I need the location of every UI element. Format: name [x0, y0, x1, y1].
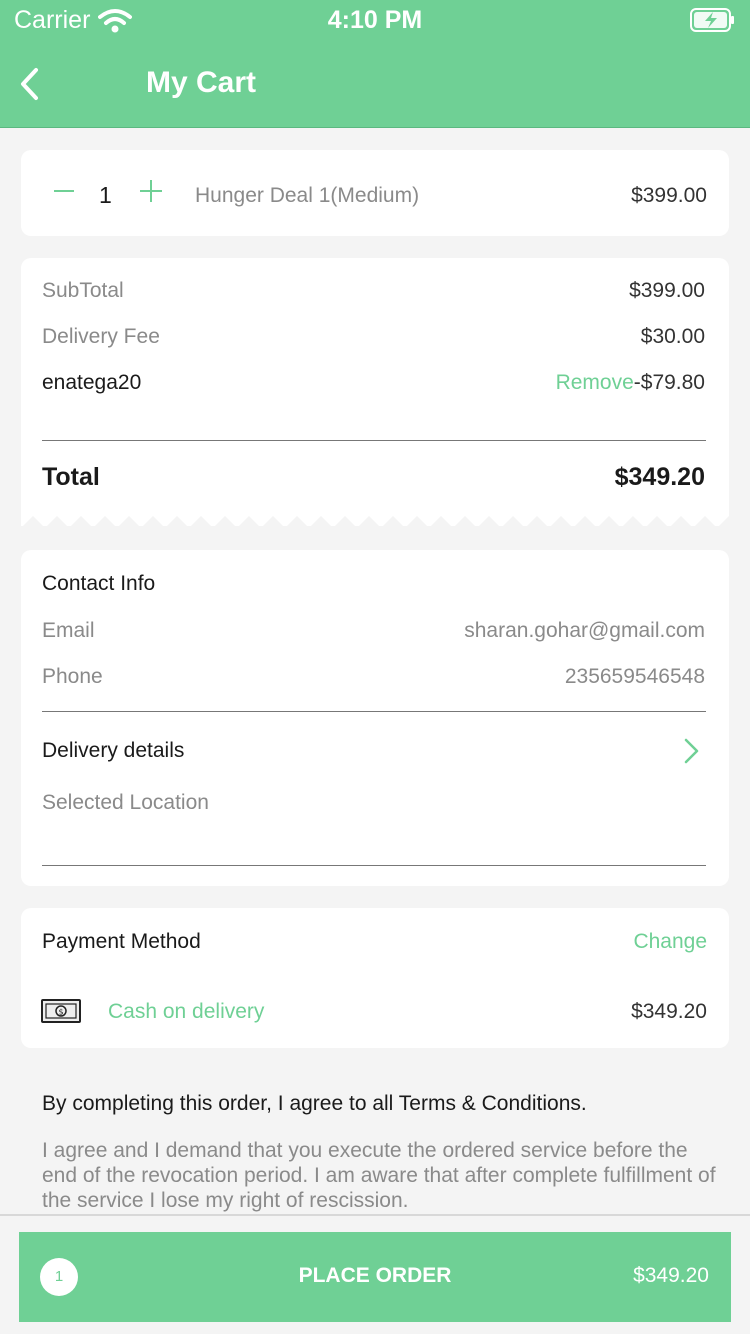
- terms-body: I agree and I demand that you execute th…: [42, 1139, 716, 1212]
- status-time: 4:10 PM: [327, 6, 423, 34]
- svg-text:$: $: [58, 1008, 63, 1017]
- subtotal-value: $399.00: [629, 279, 705, 302]
- status-bar: Carrier 4:10 PM: [0, 0, 750, 40]
- coupon-discount-value: -$79.80: [633, 371, 705, 394]
- item-name: Hunger Deal 1(Medium): [195, 184, 420, 207]
- phone-label: Phone: [42, 665, 103, 688]
- delivery-details-title[interactable]: Delivery details: [42, 739, 184, 763]
- terms-title: By completing this order, I agree to all…: [42, 1092, 587, 1115]
- remove-coupon-link[interactable]: Remove: [556, 371, 634, 394]
- location-divider: [42, 865, 706, 866]
- item-quantity: 1: [99, 182, 112, 208]
- decrease-quantity-button[interactable]: [49, 176, 79, 206]
- email-label: Email: [42, 619, 95, 642]
- place-order-label: PLACE ORDER: [298, 1264, 452, 1287]
- place-order-total: $349.20: [633, 1264, 709, 1287]
- payment-method-name: Cash on delivery: [108, 1000, 265, 1023]
- phone-value: 235659546548: [564, 665, 705, 688]
- back-button[interactable]: [14, 64, 54, 104]
- delivery-fee-value: $30.00: [640, 325, 705, 348]
- total-label: Total: [42, 463, 100, 491]
- subtotal-label: SubTotal: [42, 279, 124, 302]
- coupon-code: enatega20: [42, 371, 142, 394]
- payment-method-title: Payment Method: [42, 930, 201, 953]
- order-summary-card: SubTotal $399.00 Delivery Fee $30.00 ena…: [21, 258, 729, 528]
- contact-divider: [42, 711, 706, 712]
- email-value: sharan.gohar@gmail.com: [464, 619, 705, 642]
- page-title: My Cart: [146, 66, 257, 99]
- item-price: $399.00: [631, 184, 707, 207]
- cart-item-card: 1 Hunger Deal 1(Medium) $399.00: [21, 150, 729, 236]
- bottom-bar: 1 PLACE ORDER $349.20: [0, 1214, 750, 1334]
- receipt-zigzag-edge: [21, 516, 729, 528]
- app-header: Carrier 4:10 PM My Cart: [0, 0, 750, 128]
- total-value: $349.20: [614, 463, 705, 491]
- chevron-right-icon[interactable]: [681, 736, 703, 766]
- place-order-button[interactable]: 1 PLACE ORDER $349.20: [19, 1232, 731, 1322]
- increase-quantity-button[interactable]: [136, 176, 166, 206]
- delivery-fee-label: Delivery Fee: [42, 325, 160, 348]
- contact-info-title: Contact Info: [42, 572, 156, 595]
- payment-method-card: Payment Method Change $ Cash on delivery…: [21, 908, 729, 1048]
- contact-info-card: Contact Info Email sharan.gohar@gmail.co…: [21, 550, 729, 886]
- cash-icon: $: [41, 999, 81, 1023]
- change-payment-button[interactable]: Change: [633, 930, 707, 954]
- battery-charging-icon: [690, 8, 734, 32]
- summary-divider: [42, 440, 706, 441]
- selected-location-label[interactable]: Selected Location: [42, 791, 209, 815]
- payment-amount: $349.20: [631, 1000, 707, 1023]
